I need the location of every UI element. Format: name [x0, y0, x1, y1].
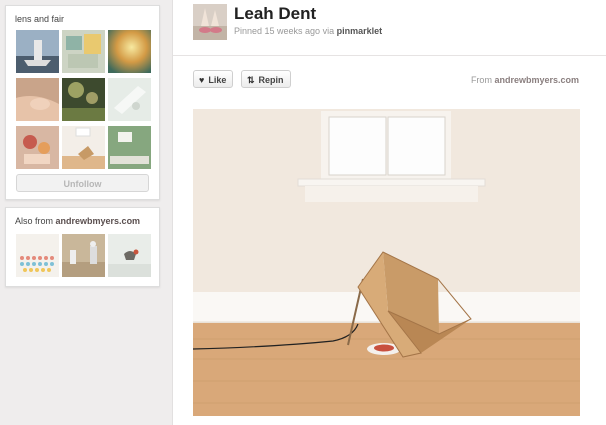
also-from-site-link[interactable]: andrewbmyers.com	[56, 216, 141, 226]
sidebar: lens and fair Unfollow Also from andrewb…	[0, 0, 170, 425]
pin-header: Leah Dent Pinned 15 weeks ago via pinmar…	[173, 0, 606, 56]
board-thumbnail[interactable]	[62, 78, 105, 121]
pin-detail: Leah Dent Pinned 15 weeks ago via pinmar…	[172, 0, 606, 425]
board-thumbnail[interactable]	[108, 78, 151, 121]
pin-meta: Pinned 15 weeks ago via pinmarklet	[234, 26, 382, 36]
avatar[interactable]	[193, 4, 227, 40]
also-from-card: Also from andrewbmyers.com	[5, 207, 160, 287]
like-button[interactable]: ♥ Like	[193, 70, 234, 88]
also-from-thumbnail[interactable]	[16, 234, 59, 277]
repin-label: Repin	[258, 75, 284, 85]
board-thumbnail[interactable]	[16, 30, 59, 73]
also-from-thumbnail[interactable]	[62, 234, 105, 277]
repin-button[interactable]: ⇅ Repin	[241, 70, 291, 88]
source-link[interactable]: From andrewbmyers.com	[471, 75, 579, 85]
board-thumbnail[interactable]	[62, 126, 105, 169]
from-prefix: From	[470, 75, 492, 85]
board-thumbnail[interactable]	[62, 30, 105, 73]
repin-icon: ⇅	[247, 75, 255, 85]
source-site[interactable]: andrewbmyers.com	[494, 75, 579, 85]
board-card: lens and fair Unfollow	[5, 5, 160, 200]
heart-icon: ♥	[199, 75, 205, 85]
pin-image[interactable]	[193, 109, 580, 416]
board-thumbnail[interactable]	[108, 30, 151, 73]
board-thumbnail[interactable]	[16, 78, 59, 121]
pinned-text: Pinned 15 weeks ago via	[234, 26, 335, 36]
also-from-prefix: Also from	[15, 216, 54, 226]
board-thumbnail[interactable]	[16, 126, 59, 169]
board-title[interactable]: lens and fair	[15, 14, 64, 24]
unfollow-button[interactable]: Unfollow	[16, 174, 149, 192]
also-from-thumbnail[interactable]	[108, 234, 151, 277]
pinner-name[interactable]: Leah Dent	[234, 4, 316, 24]
also-from-title: Also from andrewbmyers.com	[15, 216, 140, 226]
like-label: Like	[208, 75, 227, 85]
via-link[interactable]: pinmarklet	[337, 26, 383, 36]
board-thumbnail[interactable]	[108, 126, 151, 169]
